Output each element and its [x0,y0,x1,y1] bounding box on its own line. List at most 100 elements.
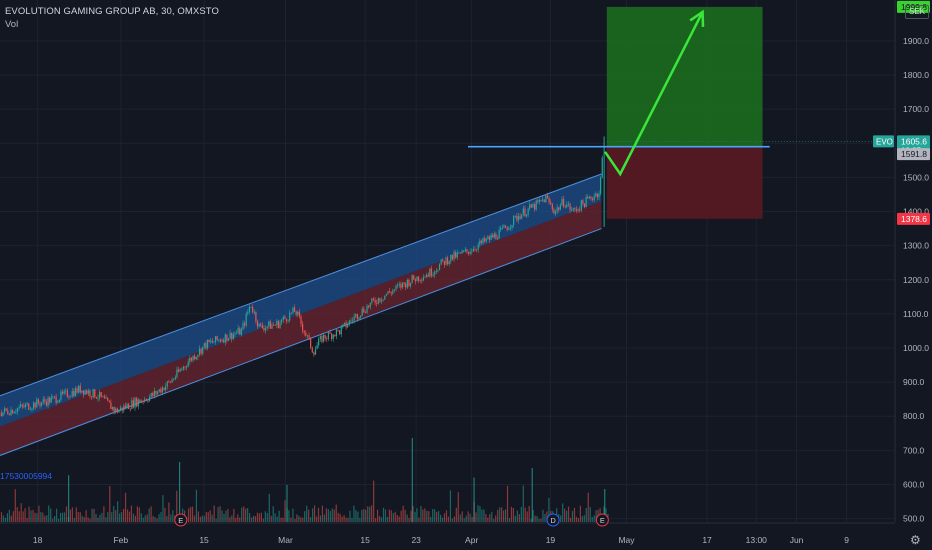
volume-bar [227,509,229,522]
event-marker-label: E [600,516,605,525]
candle-body [498,230,500,239]
candle-body [376,302,378,304]
price-tick-label: 1000.0 [903,343,929,353]
candle-body [26,403,28,405]
candle-body [308,335,310,338]
volume-bar [321,505,324,522]
candle-body [588,196,590,199]
volume-bar [144,515,146,522]
volume-bar [319,515,322,522]
volume-bar [313,505,316,522]
candle-body [124,405,126,409]
candle-body [3,408,6,413]
candle-body [39,403,41,406]
candle-body [205,343,207,349]
candle-body [263,327,265,331]
volume-bar [268,493,270,522]
candle-body [334,334,336,337]
volume-bar [577,518,580,522]
candle-body [340,327,342,335]
candle-body [34,402,36,408]
candle-body [163,387,165,391]
volume-bar [4,517,7,522]
candle-body [107,397,109,401]
volume-bar [376,509,379,522]
volume-spike [473,477,475,522]
candle-body [484,238,486,242]
volume-bar [471,517,473,522]
candle-body [181,369,183,371]
evo-price-tag: 1605.6 [901,136,927,146]
candle-body [247,311,249,314]
candle-body [42,399,44,403]
candle-body [57,402,59,403]
volume-bar [453,516,455,522]
candle-body [274,324,276,326]
volume-bar [193,515,196,522]
candle-body [287,320,289,322]
volume-bar [367,506,369,522]
candle-body [60,391,62,400]
time-tick-label: 18 [33,535,43,545]
candle-body [511,224,513,228]
volume-bar [475,512,477,522]
candle-body [342,324,344,328]
volume-bar [432,509,434,522]
volume-bar [278,510,280,522]
volume-bar [172,510,174,522]
volume-bar [113,506,115,522]
volume-bar [463,518,465,522]
volume-bar [390,510,392,522]
candle-body [475,249,478,251]
candle-body [553,209,555,214]
volume-bar [89,518,91,522]
volume-bar [477,505,479,522]
volume-bar [499,507,501,522]
candle-body [430,268,433,276]
gear-icon[interactable]: ⚙ [910,533,921,547]
volume-indicator-label[interactable]: Vol [5,19,18,30]
candle-body [227,338,230,341]
volume-bar [593,515,595,522]
candle-body [442,259,444,261]
price-chart[interactable]: 500.0 600.0 700.0 800.0 900.0 1000.0 1100.0 120… [0,0,932,550]
candle-body [244,323,246,326]
candle-body [226,334,228,341]
volume-bar [211,514,213,522]
candle-body [49,397,51,403]
candle-body [429,268,431,277]
candle-body [313,352,315,355]
candle-body [271,324,273,329]
candle-body [13,412,15,414]
volume-bar [57,518,60,522]
candle-body [198,348,201,355]
volume-bar [203,515,205,522]
volume-bar [394,511,396,522]
volume-bar [2,515,5,522]
volume-bar [418,517,420,522]
volume-bar [229,517,231,522]
candle-body [406,279,408,288]
candle-body [31,408,33,410]
volume-bar [510,506,513,522]
candle-body [223,340,225,343]
candle-body [206,339,209,349]
volume-bar [77,512,79,522]
volume-bar [20,503,22,522]
volume-bar [152,515,154,522]
volume-bar [481,509,483,522]
candle-body [480,240,483,243]
candle-body [295,311,297,315]
candle-body [92,389,94,398]
volume-bar [63,512,66,522]
volume-bar [26,517,28,522]
volume-bar [217,507,219,522]
candle-body [142,401,144,402]
volume-bar [304,511,306,522]
candle-body [347,324,349,328]
candle-body [522,208,524,215]
currency-button[interactable]: SEK [905,5,929,19]
candle-body [314,349,317,355]
price-axis[interactable]: 500.0 600.0 700.0 800.0 900.0 1000.0 1100.0 120… [894,0,932,550]
candle-body [36,399,38,408]
